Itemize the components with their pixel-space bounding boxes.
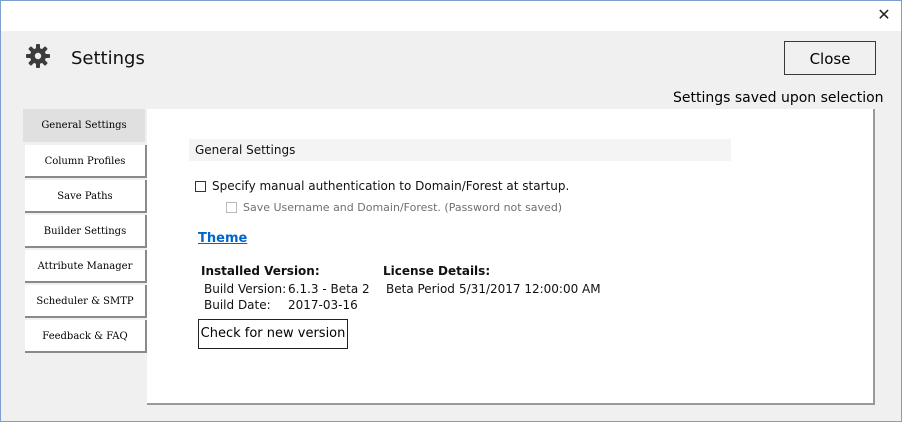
save-username-label: Save Username and Domain/Forest. (Passwo… bbox=[243, 201, 563, 214]
check-new-version-button[interactable]: Check for new version bbox=[198, 319, 348, 349]
sidebar-item-feedback-faq[interactable]: Feedback & FAQ bbox=[25, 320, 147, 353]
header-bar: Settings Close bbox=[1, 31, 901, 83]
sidebar-item-column-profiles[interactable]: Column Profiles bbox=[25, 145, 147, 178]
general-settings-panel: General Settings Specify manual authenti… bbox=[147, 109, 875, 405]
close-button[interactable]: Close bbox=[784, 41, 876, 75]
theme-link[interactable]: Theme bbox=[198, 231, 247, 246]
build-date-value: 2017-03-16 bbox=[288, 298, 358, 312]
license-details-heading: License Details: bbox=[383, 264, 491, 278]
license-expiry: 5/31/2017 12:00:00 AM bbox=[459, 282, 601, 296]
manual-auth-row: Specify manual authentication to Domain/… bbox=[195, 179, 569, 193]
sidebar-item-general-settings[interactable]: General Settings bbox=[23, 109, 145, 142]
saved-status-text: Settings saved upon selection bbox=[673, 90, 884, 106]
build-version-label: Build Version: bbox=[204, 282, 287, 296]
manual-auth-label: Specify manual authentication to Domain/… bbox=[212, 179, 570, 193]
page-title: Settings bbox=[71, 48, 145, 69]
manual-auth-checkbox[interactable] bbox=[195, 181, 206, 192]
sidebar-item-builder-settings[interactable]: Builder Settings bbox=[25, 215, 147, 248]
settings-window: ✕ Settings Close Settings saved upon sel… bbox=[0, 0, 902, 422]
window-close-icon[interactable]: ✕ bbox=[875, 6, 893, 24]
installed-version-heading: Installed Version: bbox=[201, 264, 320, 278]
sidebar-item-scheduler-smtp[interactable]: Scheduler & SMTP bbox=[25, 285, 147, 318]
save-username-row: Save Username and Domain/Forest. (Passwo… bbox=[226, 200, 562, 214]
build-version-value: 6.1.3 - Beta 2 bbox=[288, 282, 370, 296]
sidebar-item-attribute-manager[interactable]: Attribute Manager bbox=[25, 250, 147, 283]
gear-icon bbox=[26, 44, 50, 68]
sidebar-item-save-paths[interactable]: Save Paths bbox=[25, 180, 147, 213]
title-bar: ✕ bbox=[1, 1, 901, 31]
build-date-label: Build Date: bbox=[204, 298, 271, 312]
save-username-checkbox bbox=[226, 202, 237, 213]
license-type: Beta Period bbox=[386, 282, 455, 296]
section-title: General Settings bbox=[189, 139, 731, 161]
